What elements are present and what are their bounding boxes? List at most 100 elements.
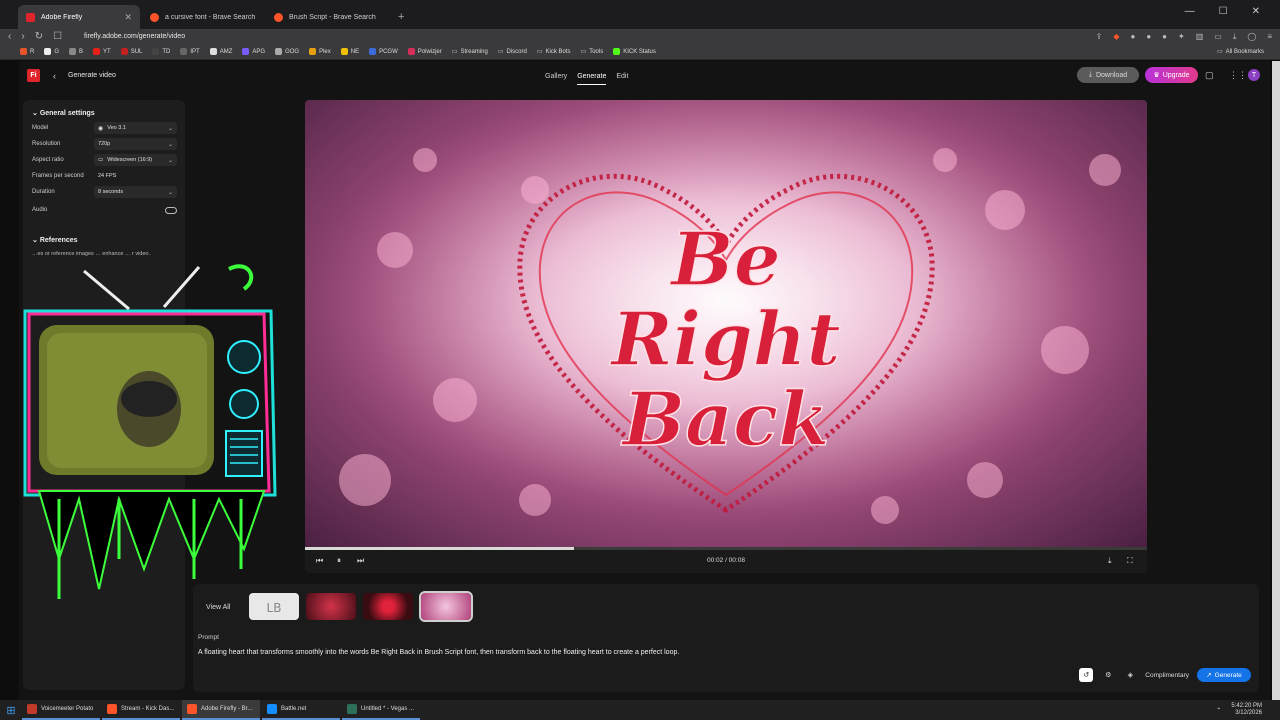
reload-icon[interactable]: ↻	[35, 31, 43, 42]
skip-forward-icon[interactable]: ⏭	[357, 556, 364, 566]
url-input[interactable]: firefly.adobe.com/generate/video	[84, 33, 185, 40]
folder-icon: ▭	[536, 49, 543, 55]
duration-select[interactable]: 8 seconds ⌄	[94, 186, 177, 198]
chevron-down-icon: ⌄	[32, 110, 40, 117]
clock[interactable]: 5:42:20 PM 3/12/2026	[1231, 703, 1262, 717]
close-window-icon[interactable]: ✕	[1252, 6, 1260, 17]
bookmark-item[interactable]: APG	[242, 48, 265, 55]
avatar[interactable]: T	[1248, 69, 1260, 81]
bookmark-folder[interactable]: ▭ Discord	[498, 48, 527, 56]
download-icon[interactable]: ⤓	[1233, 32, 1237, 42]
taskbar-item-stream[interactable]: Stream - Kick Das...	[102, 700, 180, 720]
skip-back-icon[interactable]: ⏮	[316, 556, 323, 566]
bookmark-item[interactable]: NE	[340, 48, 359, 55]
bookmark-item[interactable]: YT	[93, 48, 111, 55]
settings-icon[interactable]: ⚙	[1101, 668, 1115, 682]
new-tab-icon[interactable]: +	[398, 11, 404, 23]
bookmark-favicon-icon	[44, 48, 52, 55]
wallet-icon[interactable]: ▭	[1214, 32, 1222, 42]
bookmark-item[interactable]: GOG	[275, 48, 299, 55]
apps-grid-icon[interactable]: ⋮⋮	[1229, 70, 1247, 81]
aspect-select[interactable]: ▭ Widescreen (16:9) ⌄	[94, 154, 177, 166]
bookmark-item[interactable]: SUL	[120, 48, 142, 55]
aspect-row: Aspect ratio ▭ Widescreen (16:9) ⌄	[32, 154, 177, 166]
taskbar-item-vegas[interactable]: Untitled * - Vegas ...	[342, 700, 420, 720]
download-icon: ⤓	[1088, 71, 1092, 78]
clock-time: 5:42:20 PM	[1231, 703, 1262, 709]
bookmark-item[interactable]: R	[20, 48, 34, 55]
audio-toggle[interactable]	[165, 206, 177, 214]
generation-thumbnail-selected[interactable]	[419, 591, 473, 622]
back-arrow-icon[interactable]: ‹	[53, 71, 56, 81]
bookmark-item[interactable]: G	[44, 48, 59, 55]
tab-cursive-font[interactable]: a cursive font - Brave Search	[142, 5, 264, 29]
model-select[interactable]: ◉ Veo 3.1 ⌄	[94, 122, 177, 134]
credits-icon[interactable]: ◈	[1123, 668, 1137, 682]
generate-button[interactable]: ↗ Generate	[1197, 668, 1251, 682]
tab-title: Adobe Firefly	[41, 13, 83, 21]
bookmark-folder[interactable]: ▭ Streaming	[452, 48, 488, 56]
bookmark-folder[interactable]: ▭ Kick Bots	[536, 48, 571, 56]
nav-edit[interactable]: Edit	[616, 73, 628, 85]
puzzle-icon[interactable]: ✦	[1178, 32, 1185, 42]
extension-icon[interactable]: ●	[1130, 32, 1135, 42]
firefly-logo[interactable]: Fi	[27, 69, 40, 82]
bookmark-item[interactable]: B	[69, 48, 83, 55]
prompt-text[interactable]: A floating heart that transforms smoothl…	[198, 649, 679, 656]
tab-adobe-firefly[interactable]: Adobe Firefly ✕	[18, 5, 140, 29]
taskbar-item-battlenet[interactable]: Battle.net	[262, 700, 340, 720]
chevron-up-icon[interactable]: ⌃	[1216, 707, 1221, 714]
upgrade-button[interactable]: ♛ Upgrade	[1145, 67, 1198, 83]
feedback-icon[interactable]: ▢	[1205, 70, 1214, 81]
nav-generate[interactable]: Generate	[577, 73, 607, 85]
crown-icon: ♛	[1153, 72, 1160, 79]
minimize-icon[interactable]: —	[1185, 6, 1195, 17]
general-settings-header[interactable]: ⌄ General settings	[32, 109, 95, 117]
bookmark-folder[interactable]: ▭ Tools	[581, 48, 604, 56]
bookmark-favicon-icon	[120, 48, 128, 55]
generation-thumbnail[interactable]	[306, 593, 356, 620]
all-bookmarks[interactable]: ▭ All Bookmarks	[1216, 48, 1264, 56]
maximize-icon[interactable]: ☐	[1219, 6, 1228, 17]
bookmark-item[interactable]: PCGW	[369, 48, 398, 55]
nav-gallery[interactable]: Gallery	[545, 73, 567, 85]
tab-brush-script[interactable]: Brush Script - Brave Search	[266, 5, 388, 29]
bookmark-icon[interactable]: ☐	[53, 31, 62, 42]
download-button[interactable]: ⤓ Download	[1077, 67, 1139, 83]
resolution-select[interactable]: 720p ⌄	[94, 138, 177, 150]
extension-icon[interactable]: ●	[1146, 32, 1151, 42]
bookmark-item[interactable]: Plex	[309, 48, 331, 55]
share-icon[interactable]: ⇪	[1096, 32, 1103, 42]
pause-icon[interactable]: ⏸	[337, 556, 341, 566]
extension-icon[interactable]: ●	[1162, 32, 1167, 42]
menu-icon[interactable]: ≡	[1267, 32, 1272, 42]
forward-icon[interactable]: ›	[21, 31, 24, 42]
page-scrollbar[interactable]	[1272, 61, 1280, 701]
profile-icon[interactable]: ◯	[1247, 32, 1256, 42]
video-frame[interactable]: Be Right Back	[305, 100, 1147, 547]
references-header[interactable]: ⌄ References	[32, 236, 78, 244]
generation-thumbnail[interactable]	[363, 593, 413, 620]
download-video-icon[interactable]: ⤓	[1108, 556, 1112, 566]
taskbar-item-voicemeeter[interactable]: Voicemeeter Potato	[22, 700, 100, 720]
bookmark-item[interactable]: KICK Status	[613, 48, 656, 55]
folder-icon: ▭	[1216, 49, 1223, 55]
bookmark-item[interactable]: TD	[152, 48, 170, 55]
brave-shield-icon[interactable]: ◆	[1113, 32, 1119, 42]
taskbar-item-firefly[interactable]: Adobe Firefly - Br...	[182, 700, 260, 720]
back-icon[interactable]: ‹	[8, 31, 11, 42]
video-content: Be Right Back	[305, 100, 1147, 547]
bookmark-favicon-icon	[242, 48, 250, 55]
history-icon[interactable]: ↺	[1079, 668, 1094, 682]
bookmark-item[interactable]: AMZ	[209, 48, 232, 55]
model-label: Model	[32, 125, 49, 131]
bookmark-item[interactable]: IPT	[180, 48, 200, 55]
bookmark-item[interactable]: Polwizjer	[407, 48, 442, 55]
fullscreen-icon[interactable]: ⛶	[1127, 556, 1133, 566]
firefly-favicon-icon	[26, 12, 35, 22]
sidebar-icon[interactable]: ▥	[1196, 32, 1204, 42]
windows-start-icon[interactable]: ⊞	[0, 700, 22, 720]
fps-value: 24 FPS	[98, 173, 117, 179]
close-tab-icon[interactable]: ✕	[124, 12, 132, 23]
webcam-tv-overlay	[23, 264, 277, 599]
